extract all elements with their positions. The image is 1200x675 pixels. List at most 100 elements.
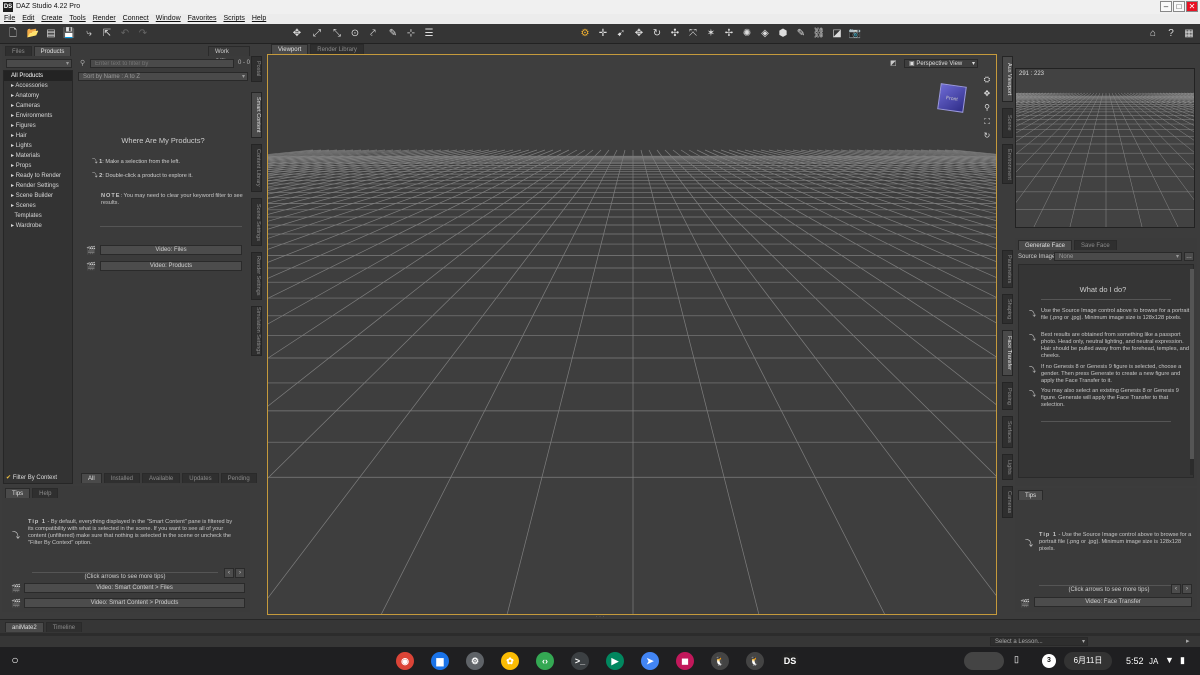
region-tool-icon[interactable]: ⬢	[776, 27, 790, 41]
category-item[interactable]: ▸ Ready to Render	[4, 171, 72, 181]
tab-tips[interactable]: Tips	[1018, 490, 1044, 500]
tab-generate-face[interactable]: Generate Face	[1018, 240, 1073, 250]
export-icon[interactable]: ⇱	[100, 27, 114, 41]
minimize-button[interactable]: –	[1160, 1, 1172, 12]
scale-tool-icon[interactable]: ✣	[668, 27, 682, 41]
geometry-tool-icon[interactable]: ◈	[758, 27, 772, 41]
redo-icon[interactable]: ↷	[136, 27, 150, 41]
video-smart-files-button[interactable]: Video: Smart Content > Files	[24, 583, 245, 593]
spot-render-icon[interactable]: ◪	[830, 27, 844, 41]
tab-viewport[interactable]: Viewport	[271, 44, 309, 54]
tab-animate2[interactable]: aniMate2	[5, 622, 44, 632]
category-item[interactable]: ▸ Props	[4, 161, 72, 171]
category-item[interactable]: ▸ Cameras	[4, 101, 72, 111]
scrollbar[interactable]	[1190, 269, 1194, 475]
tab-files[interactable]: Files	[5, 46, 32, 56]
help-icon[interactable]: ?	[1164, 27, 1178, 41]
vtab-smart-content[interactable]: Smart Content	[251, 92, 262, 138]
terminal-icon[interactable]: >_	[571, 652, 589, 670]
orbit-icon[interactable]: ↻	[981, 129, 993, 143]
vtab-face-transfer[interactable]: Face Transfer	[1002, 330, 1013, 376]
merge-icon[interactable]: ▤	[44, 27, 58, 41]
tab-updates[interactable]: Updates	[182, 473, 219, 483]
lesson-dropdown[interactable]: Select a Lesson... ▾	[990, 637, 1088, 646]
tab-available[interactable]: Available	[142, 473, 181, 483]
phone-hub-icon[interactable]: ▯	[1014, 654, 1019, 665]
aux-viewport[interactable]: 291 : 223	[1015, 68, 1195, 228]
universal-tool-icon[interactable]: ✛	[596, 27, 610, 41]
vtab-aux-viewport[interactable]: Aux Viewport	[1002, 56, 1013, 102]
photos-icon[interactable]: ✿	[501, 652, 519, 670]
save-icon[interactable]: 💾	[62, 27, 76, 41]
next-tip-button[interactable]: ›	[235, 568, 245, 578]
surface-tool-icon[interactable]: ✺	[740, 27, 754, 41]
menu-edit[interactable]: Edit	[22, 14, 34, 24]
menu-window[interactable]: Window	[156, 14, 181, 24]
home-icon[interactable]: ⌂	[1146, 27, 1160, 41]
tab-all[interactable]: All	[81, 473, 102, 483]
close-button[interactable]: ✕	[1186, 1, 1198, 12]
play-store-icon[interactable]: ▶	[606, 652, 624, 670]
maximize-button[interactable]: □	[1173, 1, 1185, 12]
menu-file[interactable]: File	[4, 14, 15, 24]
view-cube[interactable]: Front	[937, 83, 967, 113]
tool-g-icon[interactable]: ⊹	[404, 27, 418, 41]
chrome-icon[interactable]: ◉	[396, 652, 414, 670]
vtab-render-settings[interactable]: Render Settings	[251, 252, 262, 300]
vtab-surfaces[interactable]: Surfaces	[1002, 416, 1013, 448]
tab-installed[interactable]: Installed	[103, 473, 141, 483]
tab-save-face[interactable]: Save Face	[1074, 240, 1117, 250]
sort-dropdown[interactable]: Sort by Name : A to Z ▾	[78, 72, 248, 81]
tool-h-icon[interactable]: ☰	[422, 27, 436, 41]
files-icon[interactable]: ▆	[431, 652, 449, 670]
transform-tool-icon[interactable]: ✢	[722, 27, 736, 41]
prev-tip-button[interactable]: ‹	[1171, 584, 1181, 594]
clock[interactable]: 5:52	[1126, 656, 1144, 666]
tool-b-icon[interactable]: ⤢	[310, 27, 324, 41]
category-item[interactable]: Templates	[4, 211, 72, 221]
penguin2-icon[interactable]: 🐧	[746, 652, 764, 670]
vtab-cameras[interactable]: Cameras	[1002, 486, 1013, 518]
menu-help[interactable]: Help	[252, 14, 266, 24]
category-item[interactable]: ▸ Accessories	[4, 81, 72, 91]
menu-connect[interactable]: Connect	[123, 14, 149, 24]
prev-tip-button[interactable]: ‹	[224, 568, 234, 578]
next-tip-button[interactable]: ›	[1182, 584, 1192, 594]
vtab-environment[interactable]: Environment	[1002, 144, 1013, 184]
vtab-scene[interactable]: Scene	[1002, 108, 1013, 138]
vtab-content-library[interactable]: Content Library	[251, 144, 262, 192]
undo-icon[interactable]: ↶	[118, 27, 132, 41]
scrollbar-thumb[interactable]	[1190, 269, 1194, 459]
video-smart-products-button[interactable]: Video: Smart Content > Products	[24, 598, 245, 608]
tool-e-icon[interactable]: ⤤	[366, 27, 380, 41]
tab-pending[interactable]: Pending	[220, 473, 257, 483]
tab-render-library[interactable]: Render Library	[310, 44, 364, 54]
ime-indicator[interactable]: JA	[1149, 657, 1158, 666]
date-pill[interactable]: 6月11日	[1064, 652, 1112, 670]
render-camera-icon[interactable]: 📷	[848, 27, 862, 41]
vtab-scene-settings[interactable]: Scene Settings	[251, 198, 262, 246]
pan-icon[interactable]: ✥	[981, 87, 993, 101]
menu-scripts[interactable]: Scripts	[223, 14, 244, 24]
vtab-shaping[interactable]: Shaping	[1002, 294, 1013, 324]
frame-icon[interactable]: ⛶	[981, 115, 993, 129]
tab-products[interactable]: Products	[33, 46, 72, 56]
viewport-3d[interactable]: ◩ ▣ Perspective View ▾ Front ⛭ ✥ ⚲ ⛶ ↻	[267, 54, 997, 615]
tab-help[interactable]: Help	[32, 488, 59, 498]
lesson-play-icon[interactable]: ▸	[1186, 637, 1190, 645]
filter-by-context-checkbox[interactable]: ✔ Filter By Context	[6, 474, 57, 481]
node-weight-icon[interactable]: ✎	[794, 27, 808, 41]
layout-icon[interactable]: ▦	[1182, 27, 1196, 41]
link-tool-icon[interactable]: ⛓	[812, 27, 826, 41]
dev-icon[interactable]: ‹›	[536, 652, 554, 670]
tab-timeline[interactable]: Timeline	[45, 622, 83, 632]
rotate-tool-icon[interactable]: ↻	[650, 27, 664, 41]
work-offline-button[interactable]: Work Offline	[208, 46, 250, 65]
import-icon[interactable]: ⤷	[82, 27, 96, 41]
vtab-parameters[interactable]: Parameters	[1002, 250, 1013, 288]
category-item[interactable]: ▸ Lights	[4, 141, 72, 151]
video-products-button[interactable]: Video: Products	[100, 261, 242, 271]
app-blue-icon[interactable]: ➤	[641, 652, 659, 670]
vtab-posing[interactable]: Posing	[1002, 382, 1013, 410]
menu-render[interactable]: Render	[93, 14, 116, 24]
